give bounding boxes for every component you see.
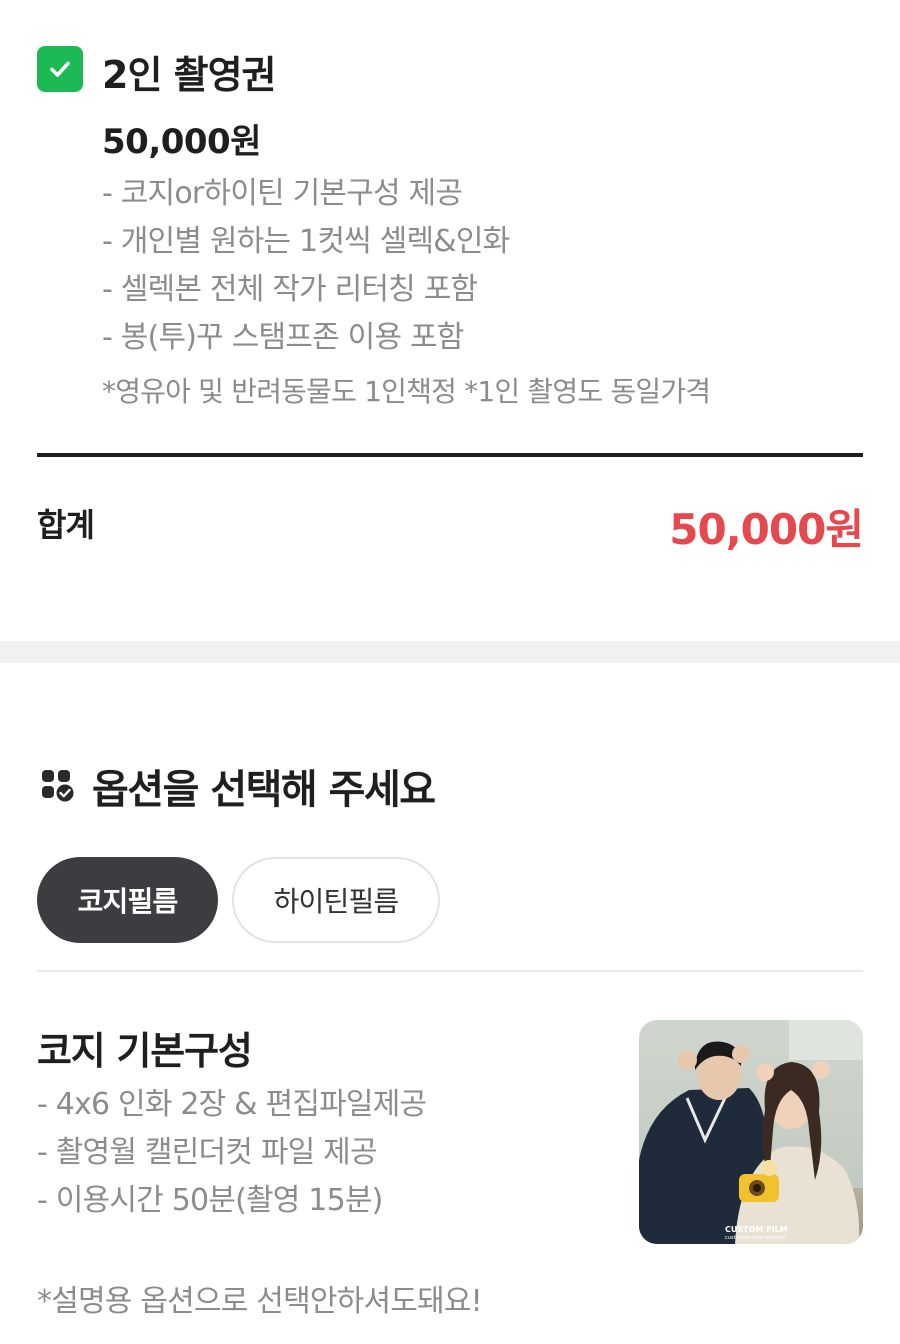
check-icon bbox=[50, 61, 70, 77]
tab-label: 코지필름 bbox=[77, 885, 179, 918]
section-separator bbox=[0, 641, 900, 663]
product-feature-list: - 코지or하이틴 기본구성 제공 - 개인별 원하는 1컷씩 셀렉&인화 - … bbox=[102, 172, 510, 364]
tab-cozy-film[interactable]: 코지필름 bbox=[37, 857, 218, 943]
option-thumbnail[interactable]: CUSTOM FILM customize your moment bbox=[639, 1020, 863, 1244]
options-title: 옵션을 선택해 주세요 bbox=[92, 767, 436, 813]
couple-photo-image: CUSTOM FILM customize your moment bbox=[639, 1020, 863, 1244]
thumbnail-subcaption: customize your moment bbox=[725, 1235, 786, 1241]
option-feature: - 촬영월 캘린더컷 파일 제공 bbox=[37, 1135, 378, 1170]
product-feature: - 코지or하이틴 기본구성 제공 bbox=[102, 176, 463, 211]
product-feature: - 셀렉본 전체 작가 리터칭 포함 bbox=[102, 272, 478, 307]
total-price: 50,000원 bbox=[669, 505, 864, 554]
product-title: 2인 촬영권 bbox=[102, 53, 277, 97]
options-heading: 옵션을 선택해 주세요 bbox=[40, 757, 436, 815]
product-note: *영유아 및 반려동물도 1인책정 *1인 촬영도 동일가격 bbox=[102, 375, 711, 408]
product-checkbox[interactable] bbox=[37, 46, 83, 92]
tab-label: 하이틴필름 bbox=[273, 885, 400, 918]
option-feature: - 4x6 인화 2장 & 편집파일제공 bbox=[37, 1087, 427, 1122]
product-feature: - 봉(투)꾸 스탬프존 이용 포함 bbox=[102, 320, 464, 355]
divider bbox=[37, 453, 863, 457]
product-price: 50,000원 bbox=[102, 122, 261, 162]
option-feature: - 이용시간 50분(촬영 15분) bbox=[37, 1183, 383, 1218]
option-title[interactable]: 코지 기본구성 bbox=[37, 1020, 253, 1075]
option-select-icon bbox=[42, 770, 76, 804]
tab-highteen-film[interactable]: 하이틴필름 bbox=[232, 857, 440, 943]
option-feature-list: - 4x6 인화 2장 & 편집파일제공 - 촬영월 캘린더컷 파일 제공 - … bbox=[37, 1083, 427, 1227]
divider bbox=[37, 970, 863, 972]
selected-product-card: 2인 촬영권 50,000원 - 코지or하이틴 기본구성 제공 - 개인별 원… bbox=[0, 0, 900, 640]
option-note: *설명용 옵션으로 선택안하셔도돼요! bbox=[37, 1284, 483, 1319]
product-feature: - 개인별 원하는 1컷씩 셀렉&인화 bbox=[102, 224, 510, 259]
total-label: 합계 bbox=[37, 506, 95, 544]
thumbnail-caption: CUSTOM FILM bbox=[725, 1225, 788, 1234]
